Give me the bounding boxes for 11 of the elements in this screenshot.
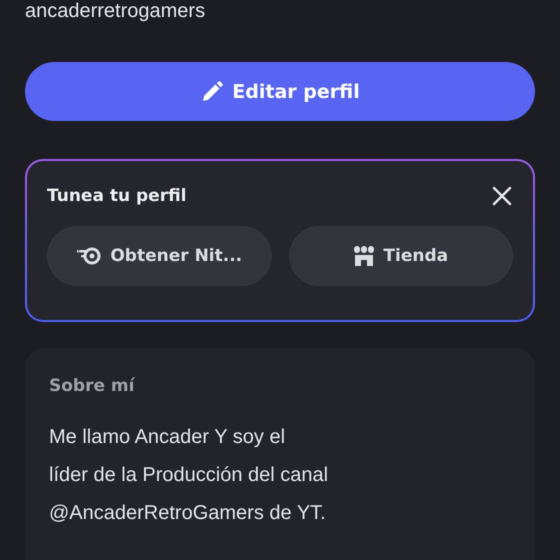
edit-profile-button[interactable]: Editar perfil — [25, 62, 535, 122]
card-title: Tunea tu perfil — [47, 186, 187, 206]
nitro-button[interactable]: Obtener Nit... — [47, 226, 272, 286]
nitro-icon — [76, 246, 102, 266]
close-button[interactable] — [491, 185, 513, 208]
shop-button[interactable]: Tienda — [288, 226, 513, 286]
username: ancaderretrogamers — [25, 0, 206, 22]
shop-icon — [353, 245, 376, 268]
about-heading: Sobre mí — [49, 376, 136, 396]
pencil-icon — [200, 80, 224, 104]
about-text: Me llamo Ancader Y soy el líder de la Producción del canal @AncaderRetroGamers de YT. — [49, 425, 330, 526]
